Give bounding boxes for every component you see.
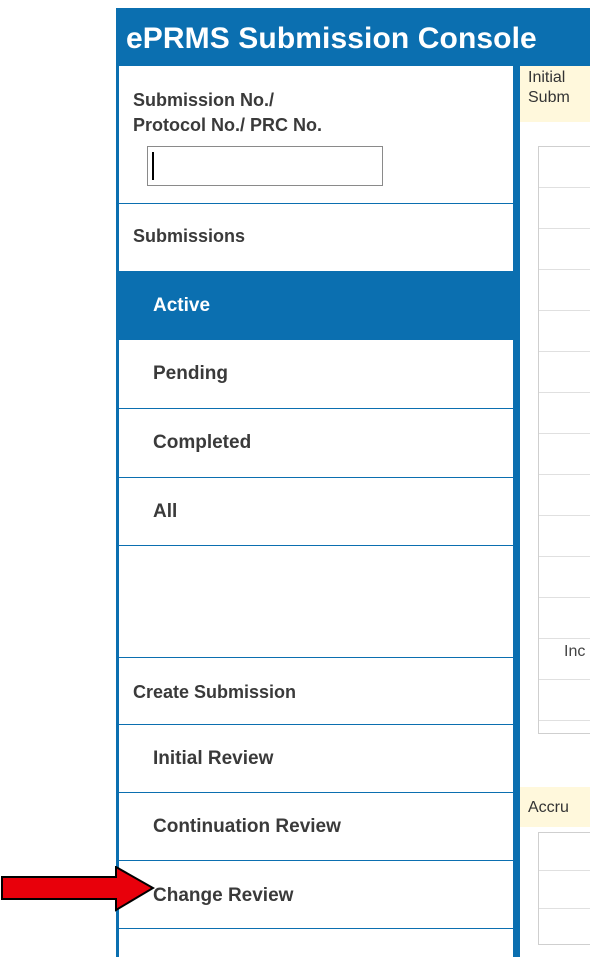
sidebar-item-initial-review[interactable]: Initial Review	[119, 725, 513, 793]
search-block: Submission No./ Protocol No./ PRC No.	[119, 66, 513, 204]
table-row	[539, 352, 590, 393]
sidebar-item-continuation-review[interactable]: Continuation Review	[119, 793, 513, 861]
sidebar-item-label: Initial Review	[153, 748, 274, 769]
table-row	[539, 188, 590, 229]
sidebar-item-active[interactable]: Active	[119, 272, 513, 340]
sidebar-item-label: Completed	[153, 432, 252, 453]
console-window: ePRMS Submission Console Submission No./…	[116, 8, 590, 957]
submissions-heading: Submissions	[119, 204, 513, 272]
panel-header-accrual: Accru	[520, 787, 590, 827]
create-submission-label: Create Submission	[133, 682, 297, 702]
annotation-arrow-icon	[1, 866, 155, 912]
table-row	[539, 833, 590, 871]
sidebar-item-label: All	[153, 501, 178, 522]
sidebar-item-all[interactable]: All	[119, 478, 513, 546]
arrow-shape	[1, 866, 155, 912]
panel-header-initial: Initial Subm	[520, 66, 590, 122]
sidebar-item-label: Pending	[153, 363, 228, 384]
table-row	[539, 516, 590, 557]
submissions-heading-label: Submissions	[133, 226, 246, 246]
table-row	[539, 557, 590, 598]
panel-header-line2: Subm	[528, 89, 570, 106]
search-label: Submission No./ Protocol No./ PRC No.	[133, 88, 322, 138]
sidebar: Submission No./ Protocol No./ PRC No. Su…	[119, 66, 513, 957]
sidebar-item-change-review[interactable]: Change Review	[119, 861, 513, 929]
search-label-line1: Submission No./	[133, 90, 275, 110]
table-row	[539, 393, 590, 434]
create-submission-heading: Create Submission	[119, 658, 513, 725]
sidebar-item-completed[interactable]: Completed	[119, 409, 513, 478]
sidebar-item-label: Active	[153, 295, 211, 316]
app-title: ePRMS Submission Console	[126, 22, 537, 55]
main-content: Initial Subm Inc Accru	[520, 66, 590, 957]
text-cursor	[152, 152, 154, 180]
summary-table: Inc	[538, 146, 590, 734]
table-row	[539, 475, 590, 516]
accrual-table	[538, 832, 590, 945]
table-row	[539, 680, 590, 721]
sidebar-spacer	[119, 546, 513, 658]
search-label-line2: Protocol No./ PRC No.	[133, 115, 322, 135]
table-row	[539, 434, 590, 475]
sidebar-item-pending[interactable]: Pending	[119, 340, 513, 409]
sidebar-item-label: Continuation Review	[153, 816, 341, 837]
sidebar-item-label: Change Review	[153, 885, 294, 906]
table-row	[539, 871, 590, 909]
table-row	[539, 270, 590, 311]
table-row	[539, 311, 590, 352]
table-row: Inc	[539, 639, 590, 680]
panel-header-line1: Initial	[528, 69, 566, 86]
table-row	[539, 229, 590, 270]
table-row	[539, 598, 590, 639]
search-input[interactable]	[147, 146, 383, 186]
table-row	[539, 147, 590, 188]
